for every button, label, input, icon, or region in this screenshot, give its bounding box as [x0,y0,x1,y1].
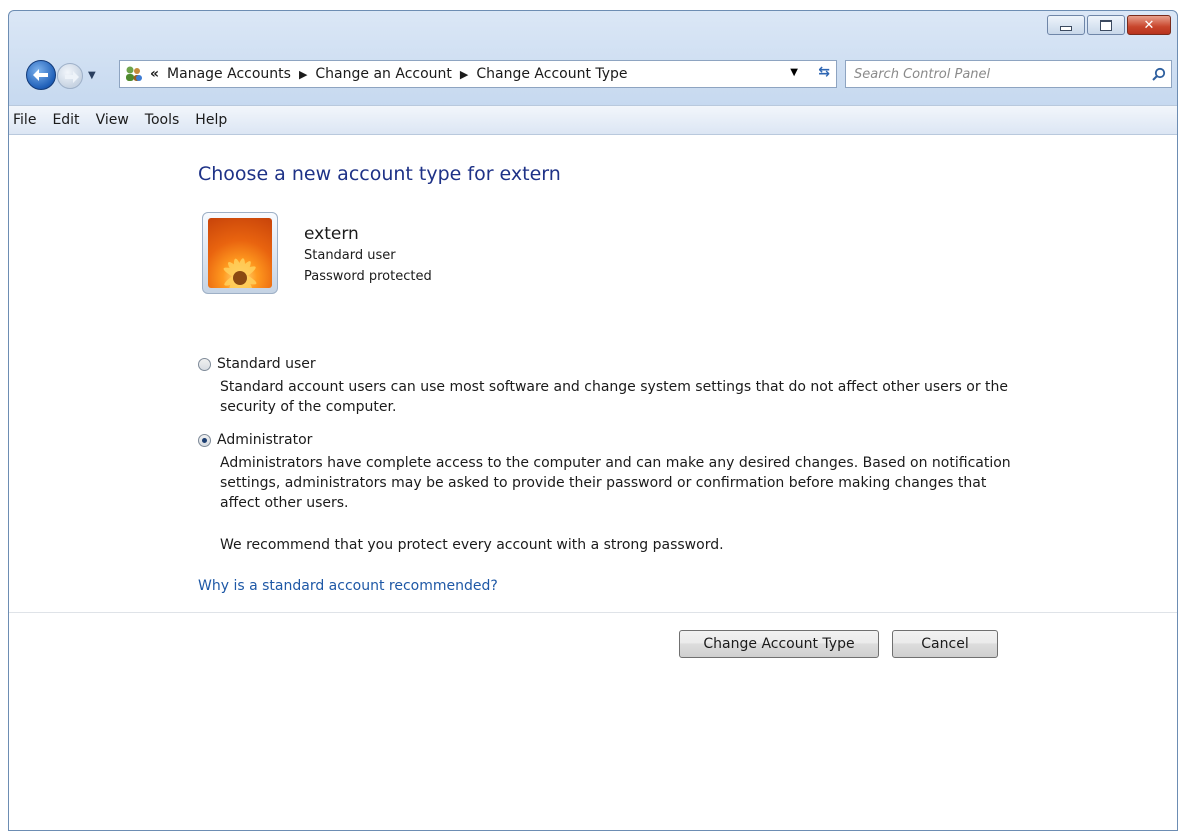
account-name: extern [304,224,359,244]
back-arrow-icon [33,69,48,81]
forward-arrow-icon [65,71,79,83]
divider [9,612,1177,613]
option-administrator: Administrator Administrators have comple… [198,432,1018,513]
menu-tools[interactable]: Tools [137,112,188,128]
menu-bar: File Edit View Tools Help [9,105,1177,135]
standard-user-label[interactable]: Standard user [217,356,316,372]
option-standard-user: Standard user Standard account users can… [198,356,1018,417]
administrator-description: Administrators have complete access to t… [220,455,1011,511]
account-type: Standard user [304,248,396,263]
page-title: Choose a new account type for extern [198,163,561,185]
title-bar: ✕ [9,11,1177,45]
close-icon: ✕ [1143,17,1155,33]
breadcrumb: « Manage Accounts ▶ Change an Account ▶ … [150,66,628,82]
address-bar[interactable]: « Manage Accounts ▶ Change an Account ▶ … [119,60,837,88]
menu-edit[interactable]: Edit [44,112,87,128]
search-input[interactable]: Search Control Panel [854,67,1147,82]
refresh-icon[interactable]: ⇆ [818,64,830,80]
caption-buttons: ✕ [1047,15,1171,35]
back-button[interactable] [26,60,56,90]
breadcrumb-overflow[interactable]: « [150,66,159,82]
minimize-icon [1060,25,1072,31]
control-panel-users-icon [124,65,144,83]
standard-user-radio[interactable] [198,357,211,371]
chevron-right-icon[interactable]: ▶ [460,68,468,81]
menu-help[interactable]: Help [187,112,235,128]
address-dropdown-icon[interactable]: ▼ [790,67,798,78]
recent-pages-dropdown-icon[interactable]: ▼ [88,70,96,81]
control-panel-window: ✕ ▼ « Manage Accounts ▶ Change an Accoun… [8,10,1178,831]
menu-view[interactable]: View [88,112,137,128]
breadcrumb-manage-accounts[interactable]: Manage Accounts [167,66,291,82]
account-picture [208,218,272,288]
breadcrumb-change-account-type[interactable]: Change Account Type [476,66,627,82]
close-button[interactable]: ✕ [1127,15,1171,35]
search-box[interactable]: Search Control Panel [845,60,1172,88]
breadcrumb-change-an-account[interactable]: Change an Account [315,66,451,82]
chevron-right-icon[interactable]: ▶ [299,68,307,81]
menu-file[interactable]: File [9,112,44,128]
change-account-type-button[interactable]: Change Account Type [679,630,879,658]
maximize-icon [1100,19,1112,31]
administrator-radio[interactable] [198,433,211,447]
avatar [202,212,278,294]
password-recommendation: We recommend that you protect every acco… [220,537,724,553]
standard-account-help-link[interactable]: Why is a standard account recommended? [198,578,498,594]
forward-button[interactable] [57,63,83,89]
standard-user-description: Standard account users can use most soft… [220,379,1008,415]
minimize-button[interactable] [1047,15,1085,35]
navigation-bar: ▼ « Manage Accounts ▶ Change an Account … [9,58,1177,92]
cancel-button[interactable]: Cancel [892,630,998,658]
content-pane: Choose a new account type for extern ext… [9,135,1177,830]
account-password-status: Password protected [304,269,432,284]
search-icon[interactable] [1147,67,1171,81]
administrator-label[interactable]: Administrator [217,432,312,448]
maximize-button[interactable] [1087,15,1125,35]
